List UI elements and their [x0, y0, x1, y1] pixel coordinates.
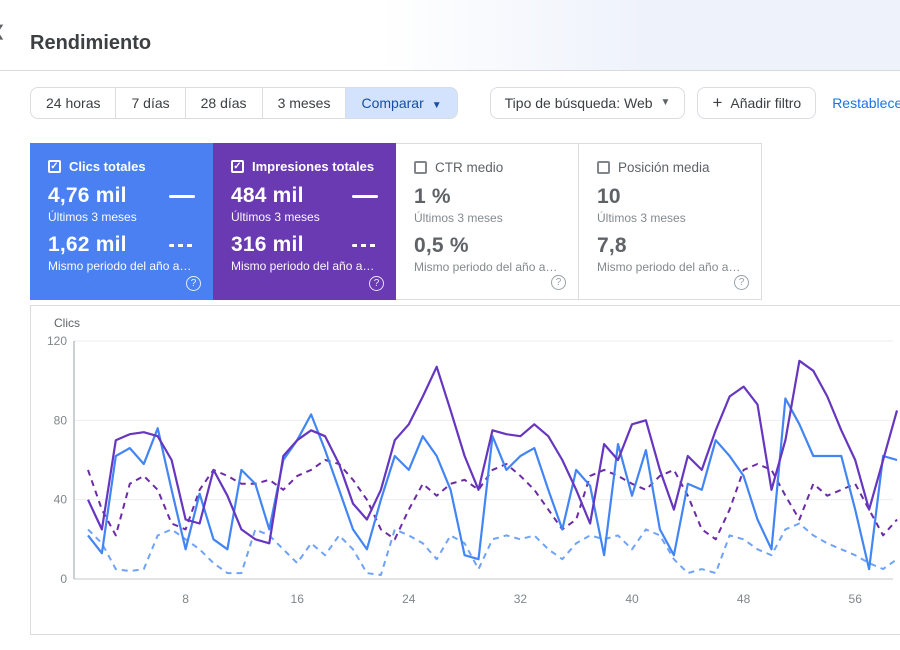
previous-period-label: Mismo periodo del año a… [48, 259, 192, 273]
help-icon[interactable]: ? [551, 275, 566, 290]
solid-line-legend-icon [169, 194, 195, 198]
compare-dropdown[interactable]: Comparar ▼ [345, 87, 458, 119]
metric-tiles-row: ✓ Clics totales 4,76 mil Últimos 3 meses… [30, 143, 762, 300]
checkbox-checked-icon[interactable]: ✓ [48, 160, 61, 173]
range-3m-button[interactable]: 3 meses [261, 87, 347, 119]
metric-tile-average-ctr[interactable]: CTR medio 1 % Últimos 3 meses 0,5 % Mism… [396, 143, 579, 300]
previous-period-label: Mismo periodo del año a… [231, 259, 375, 273]
help-icon[interactable]: ? [369, 276, 384, 291]
dashed-line-legend-icon [169, 243, 195, 247]
filters-toolbar: 24 horas 7 días 28 días 3 meses Comparar… [30, 87, 900, 119]
add-filter-button[interactable]: + Añadir filtro [697, 87, 817, 119]
x-tick-label: 16 [291, 592, 305, 606]
range-24h-button[interactable]: 24 horas [30, 87, 117, 119]
checkbox-unchecked-icon[interactable] [414, 161, 427, 174]
solid-line-legend-icon [352, 194, 378, 198]
tile-label: Clics totales [69, 159, 146, 174]
help-icon[interactable]: ? [734, 275, 749, 290]
range-7d-button[interactable]: 7 días [115, 87, 186, 119]
page-edge-icon: ❮ [0, 22, 6, 40]
line-chart[interactable]: 0 40 80 120 8 16 24 32 40 48 56 [31, 306, 900, 636]
page-title: Rendimiento [30, 32, 152, 54]
reset-filters-link[interactable]: Restablecer filtros [832, 95, 900, 111]
chevron-down-icon: ▼ [660, 97, 671, 108]
x-tick-label: 32 [514, 592, 528, 606]
dashed-line-legend-icon [352, 243, 378, 247]
current-value: 1 % [414, 185, 451, 208]
current-period-label: Últimos 3 meses [597, 211, 686, 225]
previous-value: 1,62 mil [48, 233, 127, 256]
range-28d-button[interactable]: 28 días [184, 87, 263, 119]
x-tick-label: 8 [182, 592, 189, 606]
x-tick-label: 48 [737, 592, 751, 606]
checkbox-checked-icon[interactable]: ✓ [231, 160, 244, 173]
tile-label: CTR medio [435, 160, 504, 175]
current-period-label: Últimos 3 meses [414, 211, 503, 225]
x-tick-label: 40 [625, 592, 639, 606]
previous-value: 0,5 % [414, 234, 469, 257]
tile-label: Posición media [618, 160, 710, 175]
series-dashed [87, 522, 898, 576]
metric-tile-average-position[interactable]: Posición media 10 Últimos 3 meses 7,8 Mi… [579, 143, 762, 300]
current-value: 10 [597, 185, 621, 208]
current-value: 4,76 mil [48, 184, 127, 207]
add-filter-label: Añadir filtro [730, 95, 802, 111]
metric-tile-total-impressions[interactable]: ✓ Impresiones totales 484 mil Últimos 3 … [213, 143, 396, 300]
tile-label: Impresiones totales [252, 159, 375, 174]
x-tick-label: 56 [849, 592, 863, 606]
x-tick-label: 24 [402, 592, 416, 606]
search-type-label: Tipo de búsqueda: Web [504, 95, 653, 111]
current-value: 484 mil [231, 184, 304, 207]
current-period-label: Últimos 3 meses [231, 210, 320, 224]
y-tick-label: 120 [47, 334, 67, 348]
help-icon[interactable]: ? [186, 276, 201, 291]
checkbox-unchecked-icon[interactable] [597, 161, 610, 174]
date-range-segmented-control: 24 horas 7 días 28 días 3 meses Comparar… [30, 87, 458, 119]
plus-icon: + [712, 93, 723, 112]
y-tick-label: 40 [54, 493, 68, 507]
previous-period-label: Mismo periodo del año a… [597, 260, 741, 274]
previous-value: 7,8 [597, 234, 627, 257]
compare-label: Comparar [361, 95, 424, 111]
chevron-down-icon: ▼ [431, 100, 442, 111]
y-tick-label: 0 [60, 572, 67, 586]
performance-chart-panel: 0 40 80 120 8 16 24 32 40 48 56 Clics [30, 305, 900, 635]
previous-value: 316 mil [231, 233, 304, 256]
current-period-label: Últimos 3 meses [48, 210, 137, 224]
y-tick-label: 80 [54, 413, 68, 427]
search-type-dropdown[interactable]: Tipo de búsqueda: Web ▼ [489, 87, 686, 119]
y-axis-title: Clics [54, 316, 80, 330]
metric-tile-total-clicks[interactable]: ✓ Clics totales 4,76 mil Últimos 3 meses… [30, 143, 213, 300]
previous-period-label: Mismo periodo del año a… [414, 260, 558, 274]
